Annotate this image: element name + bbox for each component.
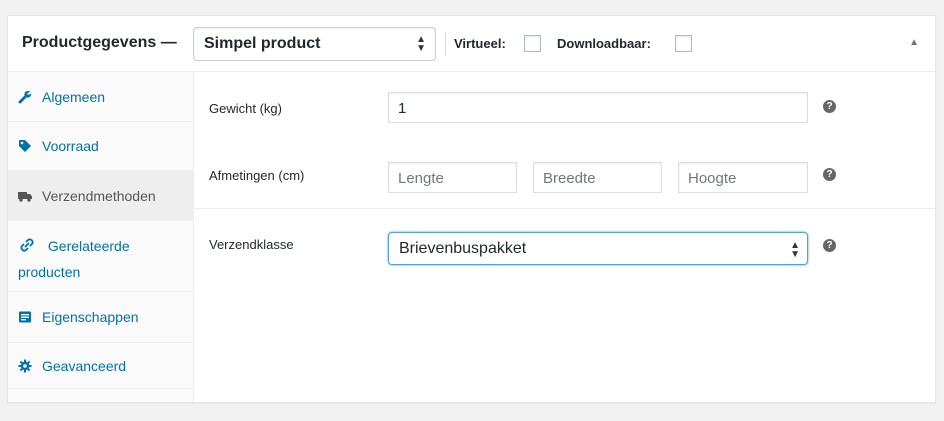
tab-label: Eigenschappen: [42, 309, 139, 325]
virtual-label: Virtueel:: [454, 36, 506, 51]
weight-row: Gewicht (kg) 1 ?: [194, 72, 935, 142]
tab-label: Geavanceerd: [42, 357, 127, 374]
panel-title: Productgegevens —: [22, 34, 177, 51]
tab-label: Verzendmethoden: [42, 187, 156, 204]
tab-label: Voorraad: [42, 138, 99, 154]
tab-label: Gerelateerde producten: [18, 238, 130, 280]
shipping-class-value: Brievenbuspakket: [399, 240, 527, 257]
tab-advanced[interactable]: Geavanceerd: [8, 343, 193, 389]
section-divider: [194, 208, 935, 209]
gear-icon: [18, 359, 32, 373]
tab-inventory[interactable]: Voorraad: [8, 122, 193, 171]
truck-icon: [18, 189, 32, 203]
list-icon: [18, 310, 32, 324]
tab-linked-products[interactable]: Gerelateerde producten: [8, 221, 193, 292]
weight-field[interactable]: 1: [388, 92, 808, 123]
help-icon[interactable]: ?: [823, 239, 836, 252]
triangle-up-icon[interactable]: ▲: [909, 37, 919, 48]
help-icon[interactable]: ?: [823, 168, 836, 181]
downloadable-checkbox[interactable]: [675, 35, 692, 52]
product-data-panel: Productgegevens — Simpel product ▲ ▼ Virt…: [7, 15, 936, 403]
shipping-class-select[interactable]: Brievenbuspakket ▲ ▼: [388, 232, 808, 265]
shipping-options-panel: Gewicht (kg) 1 ? Afmetingen (cm) Lengte …: [194, 72, 935, 402]
weight-label: Gewicht (kg): [209, 101, 282, 116]
tab-label: Algemeen: [42, 88, 106, 105]
panel-header: Productgegevens — Simpel product ▲ ▼ Virt…: [8, 16, 935, 72]
product-data-tabs: Algemeen Voorraad Verzendmethoden Gerela…: [8, 72, 194, 402]
shipping-class-label: Verzendklasse: [209, 237, 294, 252]
tag-icon: [18, 139, 32, 153]
product-type-select[interactable]: Simpel product ▲ ▼: [193, 27, 436, 61]
product-type-value: Simpel product: [204, 35, 321, 52]
dimensions-label: Afmetingen (cm): [209, 168, 305, 183]
tab-shipping[interactable]: Verzendmethoden: [8, 171, 193, 221]
header-divider: [445, 32, 446, 56]
tab-general[interactable]: Algemeen: [8, 72, 193, 122]
dimensions-row: Afmetingen (cm) Lengte Breedte Hoogte ?: [194, 142, 935, 208]
downloadable-label: Downloadbaar:: [557, 36, 651, 51]
help-icon[interactable]: ?: [823, 100, 836, 113]
width-field[interactable]: Breedte: [533, 162, 662, 193]
virtual-checkbox[interactable]: [524, 35, 541, 52]
select-arrows-icon: ▲ ▼: [790, 240, 800, 260]
wrench-icon: [18, 90, 32, 104]
tab-attributes[interactable]: Eigenschappen: [8, 292, 193, 343]
select-arrows-icon: ▲ ▼: [416, 34, 426, 54]
link-icon: [20, 234, 34, 252]
height-field[interactable]: Hoogte: [678, 162, 808, 193]
length-field[interactable]: Lengte: [388, 162, 517, 193]
